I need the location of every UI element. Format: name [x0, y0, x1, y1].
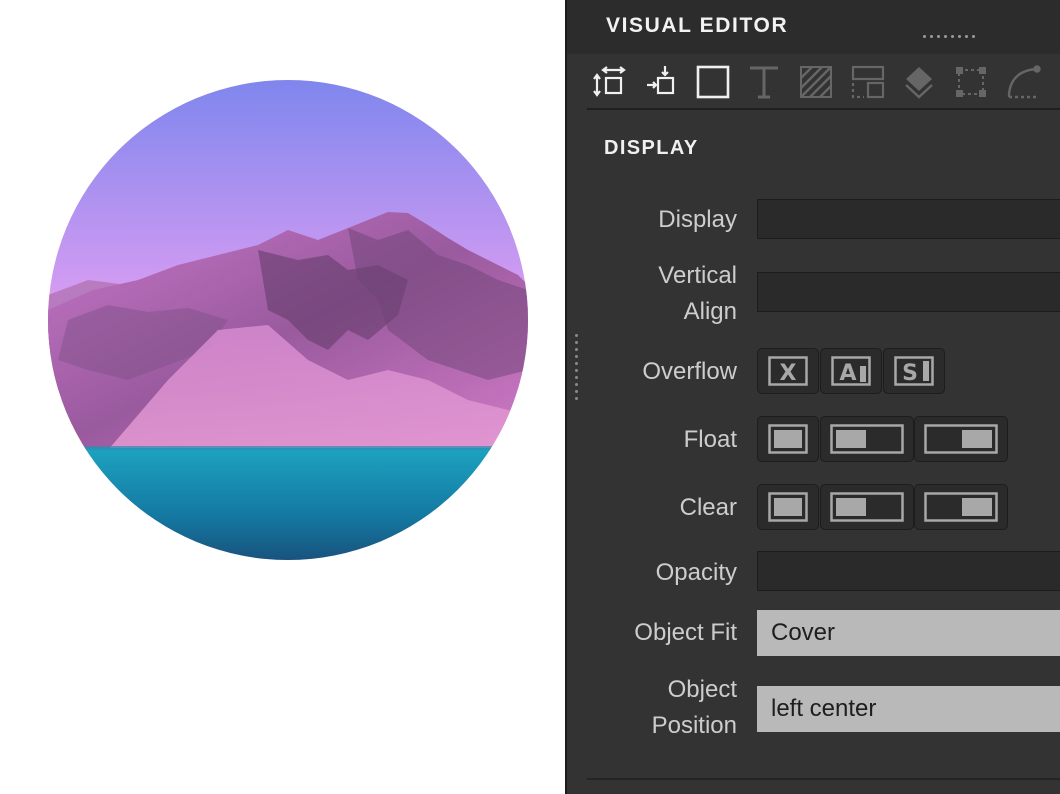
- opacity-label: Opacity: [655, 559, 737, 586]
- overflow-auto-icon: A: [839, 361, 856, 386]
- section-title-display: DISPLAY: [604, 137, 699, 159]
- overflow-label: Overflow: [642, 358, 737, 385]
- float-none-button[interactable]: [757, 416, 819, 462]
- vertical-align-label: Vertical Align: [567, 258, 737, 330]
- clear-label: Clear: [679, 494, 737, 521]
- clear-left-button[interactable]: [820, 484, 914, 530]
- object-position-label-line1: Object: [667, 676, 737, 703]
- float-right-button[interactable]: [914, 416, 1008, 462]
- clear-right-button[interactable]: [914, 484, 1008, 530]
- section-divider: [587, 778, 1060, 780]
- object-position-label: Object Position: [567, 672, 737, 744]
- clear-none-button[interactable]: [757, 484, 819, 530]
- transform-icon[interactable]: [952, 63, 990, 101]
- layout-icon[interactable]: [642, 63, 680, 101]
- effects-icon[interactable]: [900, 63, 938, 101]
- design-canvas: [0, 0, 565, 794]
- panel-header: VISUAL EDITOR: [567, 0, 1060, 54]
- overflow-hidden-icon: X: [780, 361, 797, 386]
- float-left-button[interactable]: [820, 416, 914, 462]
- box-icon[interactable]: [694, 63, 732, 101]
- circular-photo[interactable]: [48, 80, 528, 560]
- overflow-hidden-button[interactable]: X: [757, 348, 819, 394]
- object-fit-select[interactable]: Cover: [757, 610, 1060, 656]
- object-fit-label: Object Fit: [634, 619, 737, 646]
- typography-icon[interactable]: [745, 63, 783, 101]
- vertical-align-select[interactable]: [757, 272, 1060, 312]
- overflow-auto-button[interactable]: A: [820, 348, 882, 394]
- display-label: Display: [658, 206, 737, 233]
- border-icon[interactable]: [849, 63, 887, 101]
- visual-editor-panel: VISUAL EDITOR DISPLAY Display Vertical A…: [565, 0, 1060, 794]
- display-select[interactable]: [757, 199, 1060, 239]
- editor-toolbar: [587, 54, 1060, 110]
- drag-handle[interactable]: [923, 25, 993, 38]
- opacity-input[interactable]: [757, 551, 1060, 591]
- float-label: Float: [683, 426, 737, 453]
- transition-icon[interactable]: [1004, 63, 1042, 101]
- overflow-scroll-icon: S: [902, 361, 918, 386]
- object-position-input[interactable]: left center: [757, 686, 1060, 732]
- vertical-align-label-line1: Vertical: [658, 262, 737, 289]
- overflow-scroll-button[interactable]: S: [883, 348, 945, 394]
- position-icon[interactable]: [590, 63, 628, 101]
- object-position-label-line2: Position: [651, 712, 737, 739]
- background-icon[interactable]: [797, 63, 835, 101]
- vertical-align-label-line2: Align: [683, 298, 737, 325]
- panel-title: VISUAL EDITOR: [606, 14, 789, 37]
